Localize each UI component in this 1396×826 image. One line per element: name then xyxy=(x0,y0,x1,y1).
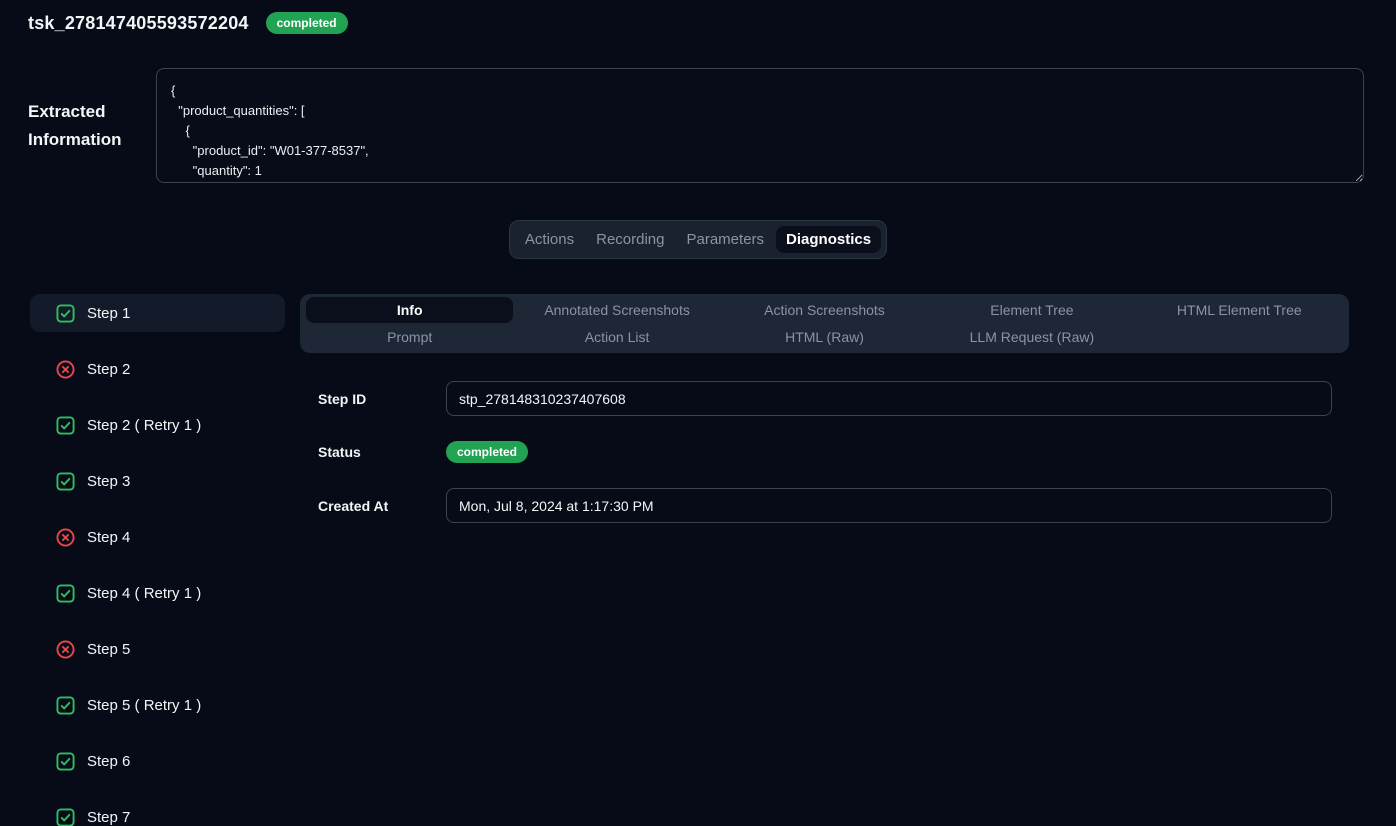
status-label: Status xyxy=(318,444,446,460)
diagnostics-tab-element-tree[interactable]: Element Tree xyxy=(928,297,1135,323)
step-error-icon xyxy=(56,528,75,547)
step-id-input[interactable] xyxy=(446,381,1332,416)
diagnostics-tab-action-list[interactable]: Action List xyxy=(513,324,720,350)
step-error-icon xyxy=(56,640,75,659)
step-label: Step 7 xyxy=(87,809,130,826)
info-fields: Step ID Status completed Created At xyxy=(300,381,1349,523)
step-item[interactable]: Step 3 xyxy=(30,462,285,500)
step-item[interactable]: Step 4 xyxy=(30,518,285,556)
step-list: Step 1 Step 2 Step 2 ( Retry 1 ) Step 3 Step… xyxy=(30,294,285,826)
extracted-information-textarea[interactable]: { "product_quantities": [ { "product_id"… xyxy=(156,68,1364,183)
step-success-icon xyxy=(56,584,75,603)
created-at-row: Created At xyxy=(318,488,1332,523)
step-label: Step 4 ( Retry 1 ) xyxy=(87,585,201,602)
step-item[interactable]: Step 7 xyxy=(30,798,285,826)
diagnostics-tab-prompt[interactable]: Prompt xyxy=(306,324,513,350)
step-label: Step 5 xyxy=(87,641,130,658)
step-error-icon xyxy=(56,360,75,379)
step-item[interactable]: Step 5 xyxy=(30,630,285,668)
diagnostics-tab-action-screenshots[interactable]: Action Screenshots xyxy=(721,297,928,323)
diagnostics-tab-annotated-screenshots[interactable]: Annotated Screenshots xyxy=(513,297,720,323)
step-id-row: Step ID xyxy=(318,381,1332,416)
tab-recording[interactable]: Recording xyxy=(586,226,674,253)
step-success-icon xyxy=(56,304,75,323)
tab-diagnostics[interactable]: Diagnostics xyxy=(776,226,881,253)
tab-parameters[interactable]: Parameters xyxy=(677,226,775,253)
diagnostics-tab-info[interactable]: Info xyxy=(306,297,513,323)
created-at-input[interactable] xyxy=(446,488,1332,523)
step-label: Step 6 xyxy=(87,753,130,770)
diagnostics-tab-html-element-tree[interactable]: HTML Element Tree xyxy=(1136,297,1343,323)
extracted-information-section: Extracted Information { "product_quantit… xyxy=(0,68,1396,183)
step-success-icon xyxy=(56,696,75,715)
main-tab-bar: ActionsRecordingParametersDiagnostics xyxy=(509,220,887,259)
extracted-information-label: Extracted Information xyxy=(28,98,156,154)
step-success-icon xyxy=(56,752,75,771)
status-row: Status completed xyxy=(318,441,1332,463)
diagnostics-tab-llm-request-raw[interactable]: LLM Request (Raw) xyxy=(928,324,1135,350)
step-label: Step 2 ( Retry 1 ) xyxy=(87,417,201,434)
step-label: Step 2 xyxy=(87,361,130,378)
step-item[interactable]: Step 6 xyxy=(30,742,285,780)
diagnostics-panel: InfoAnnotated ScreenshotsAction Screensh… xyxy=(300,294,1349,826)
step-item[interactable]: Step 2 xyxy=(30,350,285,388)
step-label: Step 5 ( Retry 1 ) xyxy=(87,697,201,714)
step-item[interactable]: Step 1 xyxy=(30,294,285,332)
step-status-badge: completed xyxy=(446,441,528,463)
step-success-icon xyxy=(56,416,75,435)
diagnostics-tab-html-raw[interactable]: HTML (Raw) xyxy=(721,324,928,350)
step-success-icon xyxy=(56,472,75,491)
step-label: Step 4 xyxy=(87,529,130,546)
task-status-badge: completed xyxy=(266,12,348,34)
step-item[interactable]: Step 2 ( Retry 1 ) xyxy=(30,406,285,444)
step-id-label: Step ID xyxy=(318,391,446,407)
created-at-label: Created At xyxy=(318,498,446,514)
step-label: Step 1 xyxy=(87,305,130,322)
step-success-icon xyxy=(56,808,75,826)
task-header: tsk_278147405593572204 completed xyxy=(0,0,1396,34)
diagnostics-tab-bar: InfoAnnotated ScreenshotsAction Screensh… xyxy=(300,294,1349,353)
step-label: Step 3 xyxy=(87,473,130,490)
step-item[interactable]: Step 4 ( Retry 1 ) xyxy=(30,574,285,612)
task-id: tsk_278147405593572204 xyxy=(28,13,249,34)
step-item[interactable]: Step 5 ( Retry 1 ) xyxy=(30,686,285,724)
tab-actions[interactable]: Actions xyxy=(515,226,584,253)
